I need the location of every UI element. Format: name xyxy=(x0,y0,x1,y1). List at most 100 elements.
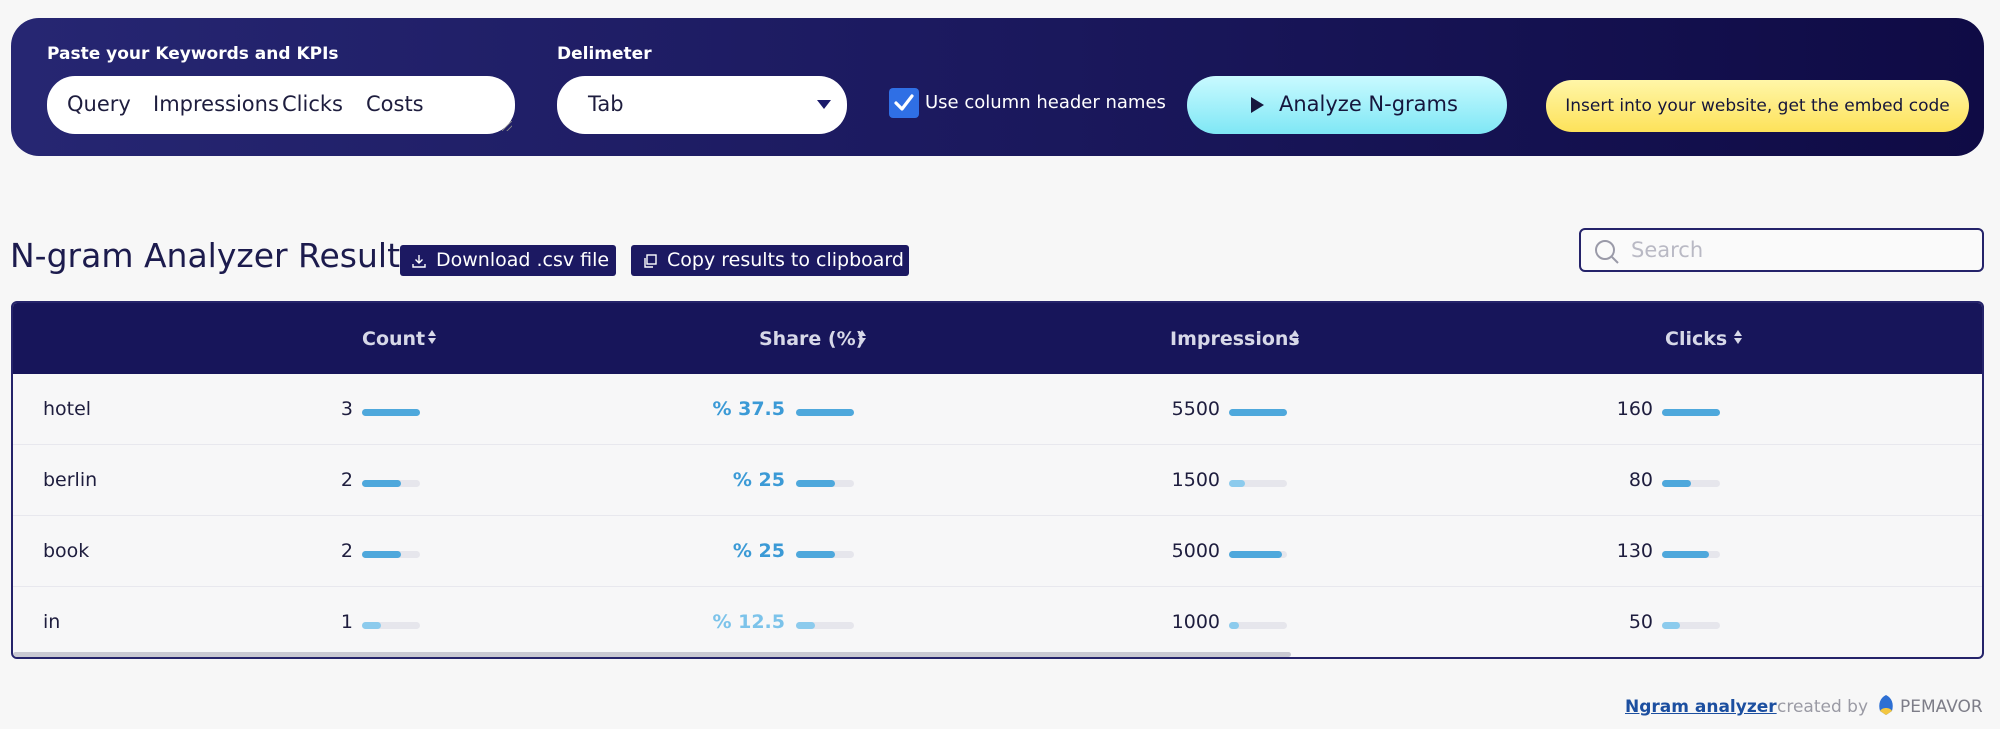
impressions-bar-fill xyxy=(1229,622,1239,629)
delimiter-label: Delimeter xyxy=(557,44,652,64)
impressions-bar-fill xyxy=(1229,480,1245,487)
count-bar-fill xyxy=(362,480,401,487)
keywords-value-impressions: Impressions xyxy=(153,92,279,116)
count-bar xyxy=(362,622,420,629)
copy-icon xyxy=(644,254,657,268)
ngram-analyzer-link[interactable]: Ngram analyzer xyxy=(1625,697,1777,717)
results-table: Count Share (%) Impressions Clicks hotel… xyxy=(11,301,1984,659)
impressions-value: 5500 xyxy=(1171,398,1220,420)
search-icon xyxy=(1595,240,1619,264)
impressions-bar xyxy=(1229,622,1287,629)
impressions-bar-fill xyxy=(1229,409,1287,416)
clicks-bar-fill xyxy=(1662,622,1680,629)
keywords-value-costs: Costs xyxy=(366,92,424,116)
download-csv-label: Download .csv file xyxy=(436,249,610,271)
clicks-bar-fill xyxy=(1662,551,1709,558)
resize-grip-icon[interactable] xyxy=(502,121,512,131)
results-title: N-gram Analyzer Results xyxy=(10,236,418,275)
table-row: hotel 3 % 37.5 5500 160 xyxy=(13,374,1982,445)
count-bar xyxy=(362,551,420,558)
impressions-bar xyxy=(1229,409,1287,416)
table-header: Count Share (%) Impressions Clicks xyxy=(13,303,1982,374)
clicks-value: 130 xyxy=(1616,540,1653,562)
header-names-label: Use column header names xyxy=(925,92,1166,113)
chevron-down-icon xyxy=(817,100,831,109)
clicks-bar xyxy=(1662,480,1720,487)
sort-icon xyxy=(1734,330,1742,344)
share-value: % 25 xyxy=(732,540,785,562)
input-panel: Paste your Keywords and KPIs Query Impre… xyxy=(11,18,1984,156)
share-value: % 25 xyxy=(732,469,785,491)
column-header-clicks[interactable]: Clicks xyxy=(1665,328,1742,350)
share-bar-fill xyxy=(796,480,835,487)
header-names-checkbox[interactable] xyxy=(889,88,919,118)
impressions-value: 1500 xyxy=(1171,469,1220,491)
column-header-share[interactable]: Share (%) xyxy=(759,328,866,350)
count-value: 1 xyxy=(340,611,353,633)
table-row: in 1 % 12.5 1000 50 xyxy=(13,587,1982,657)
created-by-text: created by xyxy=(1777,697,1869,717)
share-bar-fill xyxy=(796,409,854,416)
clicks-bar xyxy=(1662,622,1720,629)
table-row: book 2 % 25 5000 130 xyxy=(13,516,1982,587)
delimiter-select[interactable]: Tab xyxy=(557,76,847,134)
pemavor-logo-icon xyxy=(1879,695,1893,715)
clicks-value: 160 xyxy=(1616,398,1653,420)
sort-icon xyxy=(1291,330,1299,344)
clicks-value: 50 xyxy=(1628,611,1653,633)
share-value: % 12.5 xyxy=(712,611,785,633)
checkmark-icon xyxy=(894,94,914,111)
clicks-bar xyxy=(1662,551,1720,558)
column-header-count[interactable]: Count xyxy=(362,328,436,350)
analyze-ngrams-button[interactable]: Analyze N-grams xyxy=(1187,76,1507,134)
analyze-ngrams-label: Analyze N-grams xyxy=(1279,92,1458,116)
play-icon xyxy=(1251,97,1264,113)
impressions-bar xyxy=(1229,480,1287,487)
impressions-value: 5000 xyxy=(1171,540,1220,562)
share-bar xyxy=(796,480,854,487)
impressions-bar xyxy=(1229,551,1287,558)
download-icon xyxy=(412,255,426,268)
table-row: berlin 2 % 25 1500 80 xyxy=(13,445,1982,516)
count-bar xyxy=(362,480,420,487)
clicks-value: 80 xyxy=(1628,469,1653,491)
keywords-textarea[interactable]: Query Impressions Clicks Costs xyxy=(47,76,515,134)
sort-icon xyxy=(428,330,436,344)
count-bar-fill xyxy=(362,409,420,416)
ngram-word: berlin xyxy=(43,469,98,491)
copy-clipboard-label: Copy results to clipboard xyxy=(667,249,904,271)
ngram-word: hotel xyxy=(43,398,92,420)
keywords-value-clicks: Clicks xyxy=(282,92,343,116)
download-csv-button[interactable]: Download .csv file xyxy=(400,245,616,276)
count-bar-fill xyxy=(362,622,381,629)
ngram-word: in xyxy=(43,611,61,633)
embed-code-button[interactable]: Insert into your website, get the embed … xyxy=(1546,80,1969,132)
count-bar xyxy=(362,409,420,416)
horizontal-scrollbar[interactable] xyxy=(13,652,1291,657)
delimiter-value: Tab xyxy=(588,92,624,116)
keywords-value-query: Query xyxy=(67,92,131,116)
count-value: 2 xyxy=(340,540,353,562)
share-bar xyxy=(796,622,854,629)
count-value: 2 xyxy=(340,469,353,491)
share-bar-fill xyxy=(796,551,835,558)
clicks-bar xyxy=(1662,409,1720,416)
column-header-impressions[interactable]: Impressions xyxy=(1170,328,1300,350)
pemavor-brand: PEMAVOR xyxy=(1900,697,1983,717)
share-bar-fill xyxy=(796,622,815,629)
count-value: 3 xyxy=(340,398,353,420)
share-bar xyxy=(796,551,854,558)
keywords-label: Paste your Keywords and KPIs xyxy=(47,44,339,64)
clicks-bar-fill xyxy=(1662,409,1720,416)
clicks-bar-fill xyxy=(1662,480,1691,487)
search-box[interactable] xyxy=(1579,228,1984,272)
impressions-value: 1000 xyxy=(1171,611,1220,633)
share-value: % 37.5 xyxy=(712,398,785,420)
search-input[interactable] xyxy=(1631,236,1971,264)
impressions-bar-fill xyxy=(1229,551,1282,558)
copy-clipboard-button[interactable]: Copy results to clipboard xyxy=(631,245,909,276)
sort-icon xyxy=(858,330,866,344)
share-bar xyxy=(796,409,854,416)
ngram-word: book xyxy=(43,540,90,562)
count-bar-fill xyxy=(362,551,401,558)
